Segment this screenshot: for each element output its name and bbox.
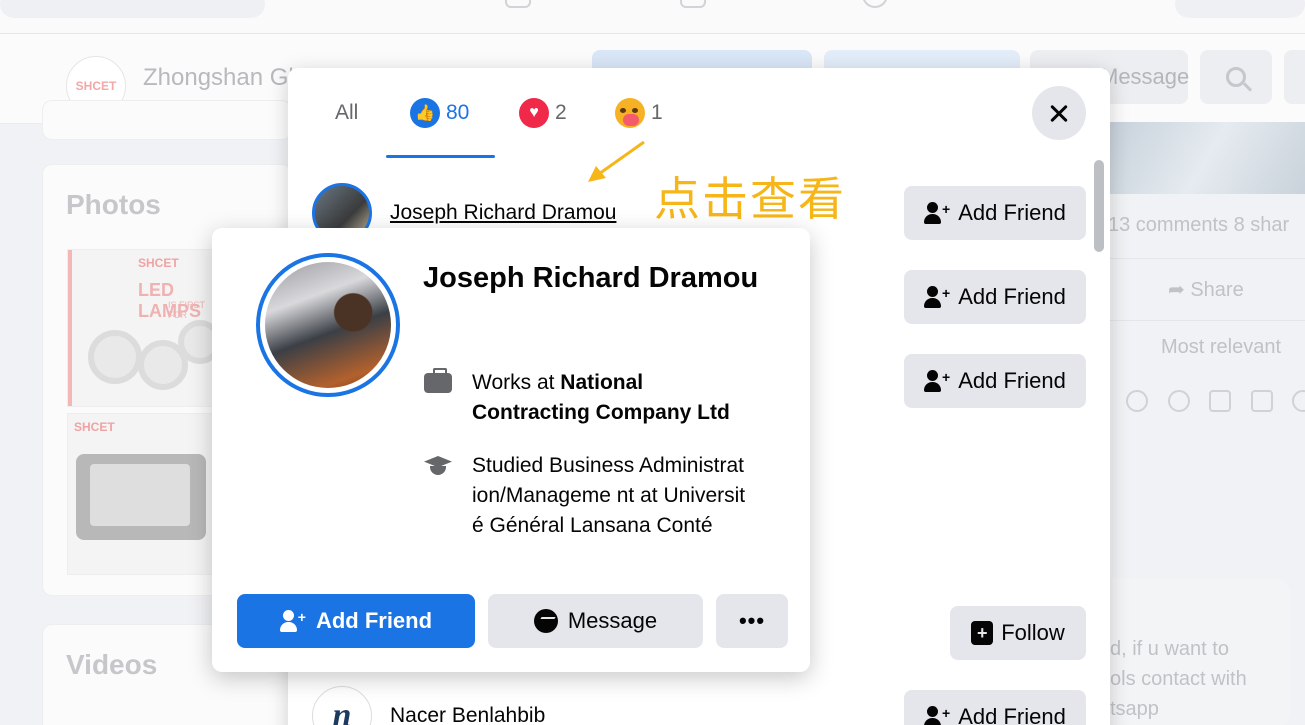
header-search-button[interactable]	[1200, 50, 1272, 104]
nav-icon[interactable]	[680, 0, 706, 8]
share-label: Share	[1190, 279, 1244, 301]
profile-hover-card: Joseph Richard Dramou Works at National …	[212, 228, 810, 672]
add-friend-icon: +	[279, 609, 306, 633]
add-friend-icon: +	[924, 705, 950, 725]
share-icon: ➦	[1168, 279, 1191, 301]
videos-title: Videos	[66, 649, 158, 680]
nav-icon[interactable]	[862, 0, 888, 8]
tab-count: 80	[446, 101, 470, 124]
close-button[interactable]	[1032, 86, 1086, 140]
nav-account-pill[interactable]	[1175, 0, 1305, 18]
comment-text-line: tsapp	[1110, 698, 1159, 720]
add-friend-icon: +	[924, 201, 950, 225]
reactor-name[interactable]: Nacer Benlahbib	[390, 704, 545, 725]
work-info: Works at National Contracting Company Lt…	[422, 368, 752, 428]
add-friend-label: Add Friend	[315, 608, 433, 633]
add-friend-button[interactable]: + Add Friend	[904, 186, 1086, 240]
love-reaction-icon: ♥	[519, 98, 549, 128]
photo-brand: SHCET	[74, 420, 115, 434]
more-options-button[interactable]: •••	[716, 594, 788, 648]
photo-thumbnail[interactable]: SHCET LED LAMPS IS FIRST FOR	[67, 249, 217, 407]
add-friend-label: Add Friend	[958, 284, 1066, 309]
gif-icon[interactable]	[1251, 390, 1273, 412]
nav-search-pill[interactable]	[0, 0, 265, 18]
follow-label: Follow	[1001, 620, 1065, 645]
like-reaction-icon: 👍	[410, 98, 440, 128]
comment-bubble: d, if u want to ols contact with tsapp	[1100, 578, 1290, 725]
profile-name[interactable]: Joseph Richard Dramou	[423, 260, 763, 296]
page-title: Zhongshan Gl	[143, 64, 294, 91]
lamp-image	[88, 330, 142, 384]
header-more-button[interactable]	[1284, 50, 1305, 104]
tab-all[interactable]: All	[335, 96, 358, 130]
profile-avatar[interactable]	[256, 253, 400, 397]
post-share-button[interactable]: ➦ Share	[1168, 277, 1244, 302]
divider	[1108, 258, 1305, 259]
tab-love[interactable]: ♥ 2	[519, 96, 567, 130]
reaction-tabs: All 👍 80 ♥ 2 1	[288, 68, 1110, 160]
photos-title: Photos	[66, 189, 161, 220]
add-friend-label: Add Friend	[958, 200, 1066, 225]
tab-like[interactable]: 👍 80	[410, 96, 469, 130]
messenger-icon	[533, 609, 558, 633]
comment-text-line: d, if u want to	[1110, 638, 1229, 660]
top-navigation-bar	[0, 0, 1305, 34]
education-info: Studied Business Administration/Manageme…	[422, 451, 747, 541]
hover-card-actions: + Add Friend Message •••	[237, 594, 788, 648]
photo-thumbnail[interactable]: SHCET	[67, 413, 217, 575]
tab-care[interactable]: 1	[615, 96, 663, 130]
nav-icon[interactable]	[505, 0, 531, 8]
tab-count: 2	[555, 101, 567, 124]
add-friend-button[interactable]: + Add Friend	[904, 270, 1086, 324]
floodlight-lens	[90, 464, 190, 526]
sticker-icon[interactable]	[1292, 390, 1305, 412]
add-friend-label: Add Friend	[958, 368, 1066, 393]
photo-decoration	[68, 250, 72, 406]
most-relevant-filter[interactable]: Most relevant	[1161, 336, 1281, 359]
message-button[interactable]: Message	[488, 594, 703, 648]
camera-icon[interactable]	[1209, 390, 1231, 412]
work-prefix: Works at	[472, 371, 561, 394]
intro-card	[42, 100, 292, 140]
avatar[interactable]: n	[312, 686, 372, 725]
add-friend-label: Add Friend	[958, 704, 1066, 725]
add-friend-icon: +	[924, 285, 950, 309]
message-label: Message	[567, 608, 658, 633]
graduation-cap-icon	[422, 451, 454, 481]
care-reaction-icon	[615, 98, 645, 128]
add-friend-button[interactable]: + Add Friend	[237, 594, 475, 648]
active-tab-indicator	[386, 155, 495, 158]
annotation-arrow	[588, 140, 645, 182]
work-text: Works at National Contracting Company Lt…	[472, 368, 752, 428]
briefcase-icon	[422, 368, 454, 398]
photo-brand: SHCET	[138, 256, 179, 270]
profile-photo	[265, 262, 391, 388]
follow-icon: +	[971, 621, 994, 645]
comment-text-line: ols contact with	[1110, 668, 1247, 690]
post-comment-count[interactable]: 13 comments 8 shar	[1108, 214, 1289, 237]
annotation-label: 点击查看	[654, 172, 846, 226]
search-icon	[1226, 67, 1246, 87]
add-friend-button[interactable]: + Add Friend	[904, 354, 1086, 408]
education-text: Studied Business Administration/Manageme…	[472, 454, 746, 537]
photo-subtext: IS FIRST FOR	[168, 300, 205, 320]
emoji-icon[interactable]	[1168, 390, 1190, 412]
add-friend-icon: +	[924, 369, 950, 393]
follow-button[interactable]: + Follow	[950, 606, 1086, 660]
tab-label: All	[335, 101, 359, 124]
scrollbar[interactable]	[1094, 160, 1104, 252]
divider	[1108, 320, 1305, 321]
post-image[interactable]	[1110, 122, 1305, 194]
avatar-icon[interactable]	[1126, 390, 1148, 412]
tab-count: 1	[651, 101, 663, 124]
reactor-name[interactable]: Joseph Richard Dramou	[390, 201, 616, 225]
add-friend-button[interactable]: + Add Friend	[904, 690, 1086, 725]
